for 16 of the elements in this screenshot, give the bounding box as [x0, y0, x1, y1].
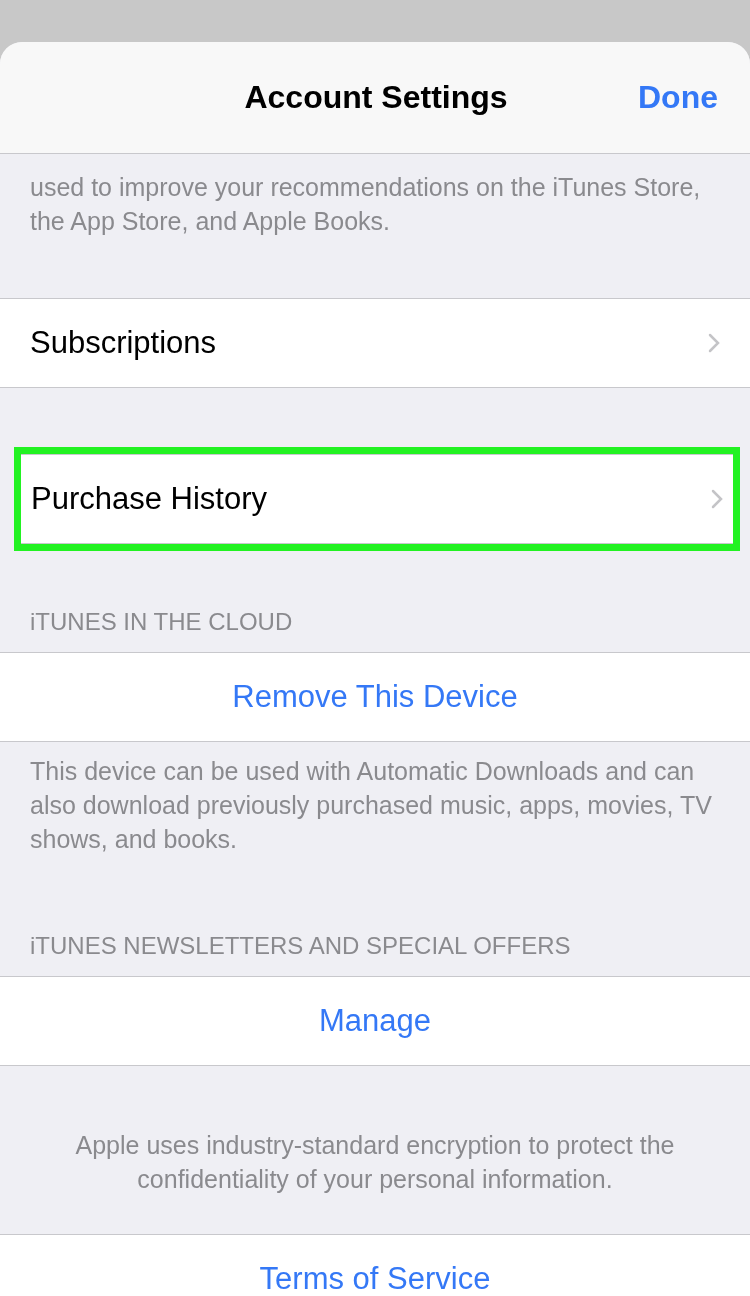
footer-text: This device can be used with Automatic Downloads and can also download previously purchased music, apps, movies, TV shows, and books.	[29, 756, 713, 855]
action-button[interactable]: Remove This Device	[232, 679, 518, 715]
footer-text: used to improve your recommendations on the iTunes Store, the App Store, and Apple Books.	[29, 172, 702, 237]
section-header: iTUNES NEWSLETTERS AND SPECIAL OFFERS	[29, 931, 572, 961]
list-row[interactable]: Purchase History	[21, 454, 733, 544]
sheet-title: Account Settings	[244, 79, 508, 116]
list-row[interactable]: Subscriptions	[0, 298, 750, 388]
row-label: Subscriptions	[30, 325, 217, 361]
chevron-icon	[711, 489, 723, 509]
action-button[interactable]: Manage	[319, 1003, 431, 1039]
section-header: iTUNES IN THE CLOUD	[29, 607, 294, 637]
chevron-icon	[708, 333, 720, 353]
action-button[interactable]: Terms of Service	[259, 1261, 491, 1296]
done-button[interactable]: Done	[638, 79, 718, 116]
row-label: Purchase History	[31, 481, 268, 517]
footer-text: Apple uses industry-standard encryption to protect the confidentiality of your personal information.	[74, 1130, 676, 1195]
